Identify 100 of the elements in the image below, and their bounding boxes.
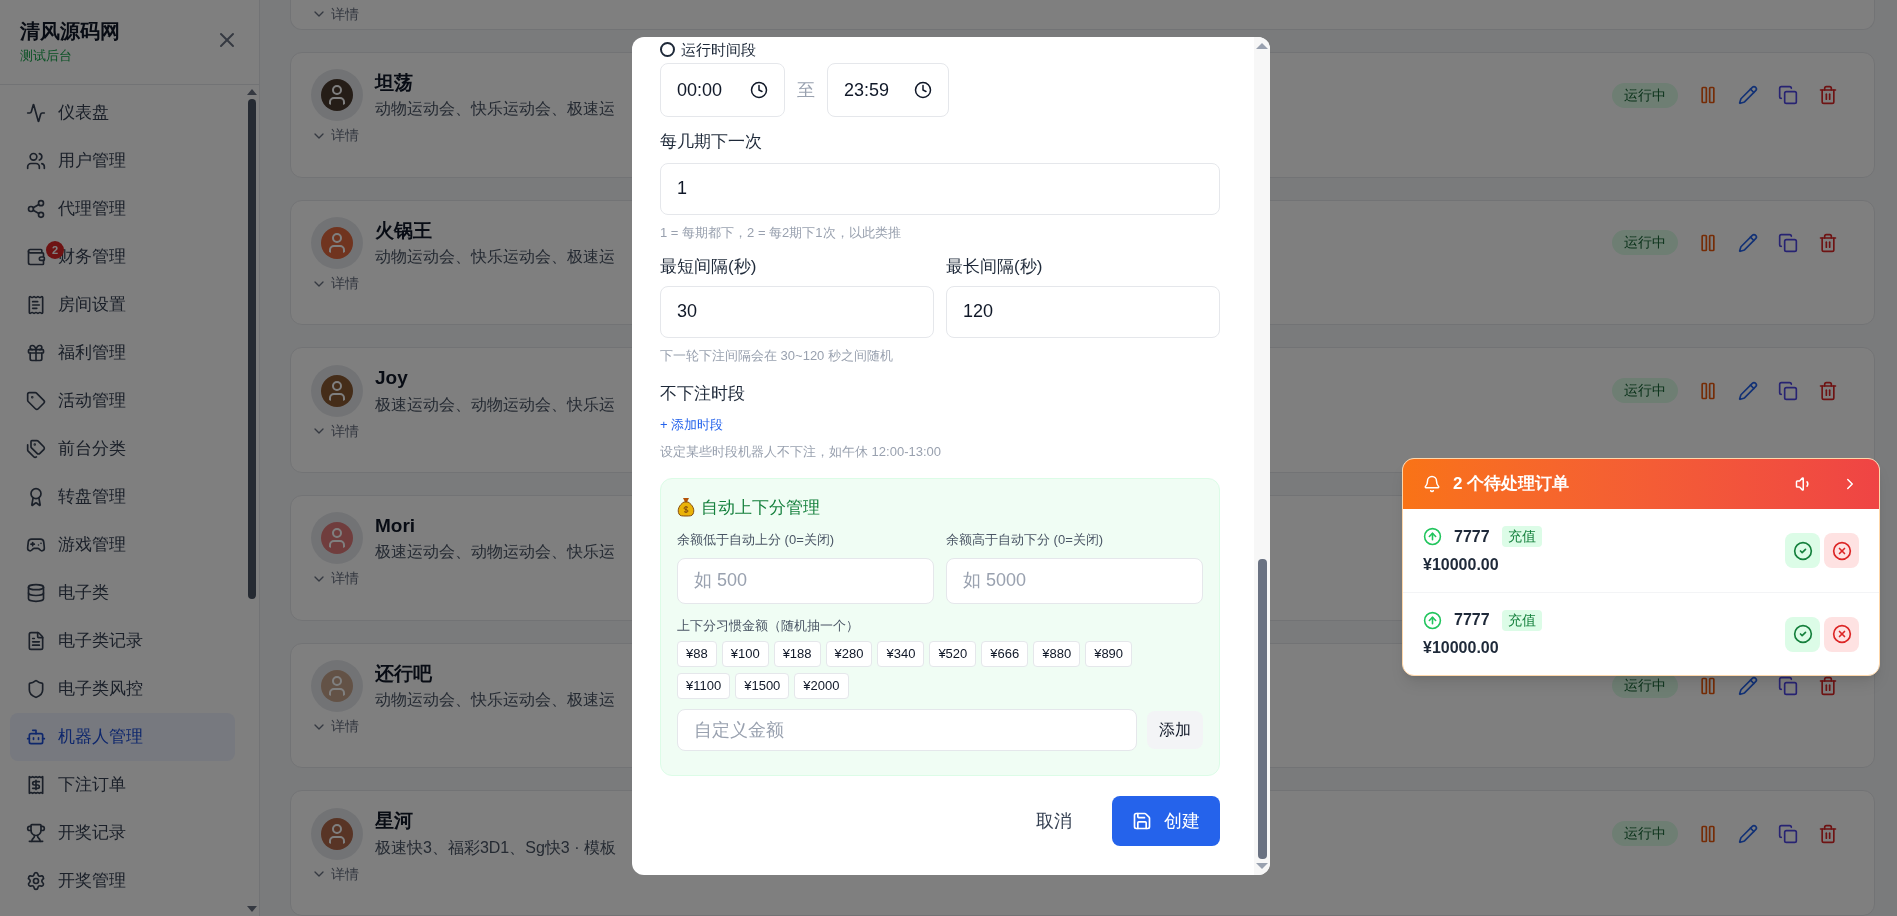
clock-icon [914,81,932,99]
sidebar-item[interactable]: 房间设置 [10,281,235,329]
range-separator: 至 [797,78,815,102]
person-icon [321,374,353,407]
amount-chip[interactable]: ¥188 [773,641,821,667]
clock-icon [750,81,768,99]
robot-name: 坦荡 [375,70,414,95]
amount-chip[interactable]: ¥890 [1085,641,1133,667]
sidebar-item[interactable]: 活动管理 [10,377,235,425]
robot-name: 火锅王 [375,218,433,243]
sidebar-item[interactable]: 开奖管理 [10,857,235,905]
create-button[interactable]: 创建 [1112,796,1220,846]
approve-button[interactable] [1785,616,1820,652]
robot-games: 极速快3、福彩3D1、Sg快3 · 模板 [375,837,617,858]
scrollbar[interactable] [1254,37,1270,875]
app-subtitle: 测试后台 [20,47,73,65]
details-toggle[interactable]: 详情 [311,3,359,25]
reject-button[interactable] [1824,616,1859,652]
input-field[interactable]: 如 5000 [946,557,1203,604]
amount-chip[interactable]: ¥880 [1033,641,1081,667]
add-button[interactable]: 添加 [1147,711,1203,749]
details-toggle[interactable]: 详情 [311,273,359,295]
amount-chip[interactable]: ¥666 [981,641,1029,667]
amount-chip[interactable]: ¥1500 [735,673,790,699]
sidebar-item[interactable]: 前台分类 [10,425,235,473]
details-toggle[interactable]: 详情 [311,420,359,442]
amount-chip[interactable]: ¥520 [929,641,977,667]
robot-name: 还行吧 [375,661,433,686]
menu-label: 仪表盘 [58,102,109,125]
person-icon [321,79,353,112]
robot-name: Mori [375,514,417,538]
radio-button[interactable] [660,41,675,57]
sidebar-item[interactable]: 仪表盘 [10,89,235,137]
menu-label: 转盘管理 [58,486,126,509]
time-field[interactable]: 23:59 [827,63,949,117]
sidebar-item[interactable]: 电子类风控 [10,665,235,713]
robot-games: 动物运动会、快乐运动会、极速运 [375,690,616,711]
amount-chip[interactable]: ¥2000 [794,673,849,699]
add-period-link[interactable]: + 添加时段 [660,414,724,434]
sidebar-item[interactable]: 代理管理 [10,185,235,233]
edit-icon[interactable] [1738,675,1758,696]
menu-icon [26,151,46,171]
input-field[interactable]: 如 500 [677,557,934,604]
sidebar-item[interactable]: 用户管理 [10,137,235,185]
robot-name: 星河 [375,809,414,834]
details-toggle[interactable]: 详情 [311,568,359,590]
menu-label: 机器人管理 [58,726,143,749]
input-field[interactable]: 120 [946,285,1220,338]
sidebar-item[interactable]: 游戏管理 [10,521,235,569]
robot-name: Joy [375,366,409,391]
menu-label: 下注订单 [58,774,126,797]
delete-icon[interactable] [1818,675,1838,696]
details-toggle[interactable]: 详情 [311,125,359,147]
copy-icon[interactable] [1778,675,1798,696]
save-icon [1132,811,1152,831]
menu-icon [26,439,46,459]
order-type-tag: 充值 [1501,526,1542,547]
details-toggle[interactable]: 详情 [311,716,359,738]
menu-icon [26,631,46,651]
menu-icon [26,103,46,123]
menu-icon [26,295,46,315]
sidebar-item[interactable]: 电子类记录 [10,617,235,665]
sidebar-item[interactable]: 电子类 [10,569,235,617]
input-field[interactable]: 自定义金额 [677,709,1137,751]
input-field[interactable]: 1 [660,162,1220,215]
amount-chip[interactable]: ¥100 [721,641,769,667]
order-type-tag: 充值 [1501,609,1542,631]
field-label: 最短间隔(秒) [660,256,758,278]
reject-button[interactable] [1824,533,1859,568]
robot-games: 动物运动会、快乐运动会、极速运 [375,99,616,120]
bell-icon [1423,475,1441,493]
menu-icon [26,871,46,891]
pause-icon[interactable] [1698,675,1718,696]
sidebar-item[interactable]: 开奖记录 [10,809,235,857]
menu-icon [26,775,46,795]
status-badge: 运行中 [1612,230,1678,256]
input-field[interactable]: 30 [660,285,934,338]
amount-chip[interactable]: ¥340 [877,641,925,667]
amount-chip[interactable]: ¥88 [677,641,717,667]
sidebar-item[interactable]: 福利管理 [10,329,235,377]
close-icon [1831,540,1852,561]
time-field[interactable]: 00:00 [660,63,785,117]
menu-icon [26,727,46,747]
sidebar-item[interactable]: 转盘管理 [10,473,235,521]
sidebar-item[interactable]: 机器人管理 [10,713,235,761]
details-toggle[interactable]: 详情 [311,863,359,885]
cancel-button[interactable]: 取消 [1024,797,1084,845]
menu-label: 活动管理 [58,390,126,413]
approve-button[interactable] [1785,533,1820,568]
menu-label: 游戏管理 [58,534,126,557]
order-user: 7777 [1454,610,1490,630]
field-label: 上下分习惯金额（随机抽一个） [677,616,860,635]
amount-chip[interactable]: ¥280 [825,641,873,667]
field-label: 余额高于自动下分 (0=关闭) [946,531,1105,549]
money-bag-icon [677,497,695,518]
amount-chip[interactable]: ¥1100 [677,673,731,699]
menu-icon [26,823,46,843]
sidebar-item[interactable]: 下注订单 [10,761,235,809]
field-label: 不下注时段 [660,383,746,405]
menu-label: 电子类 [58,582,109,605]
